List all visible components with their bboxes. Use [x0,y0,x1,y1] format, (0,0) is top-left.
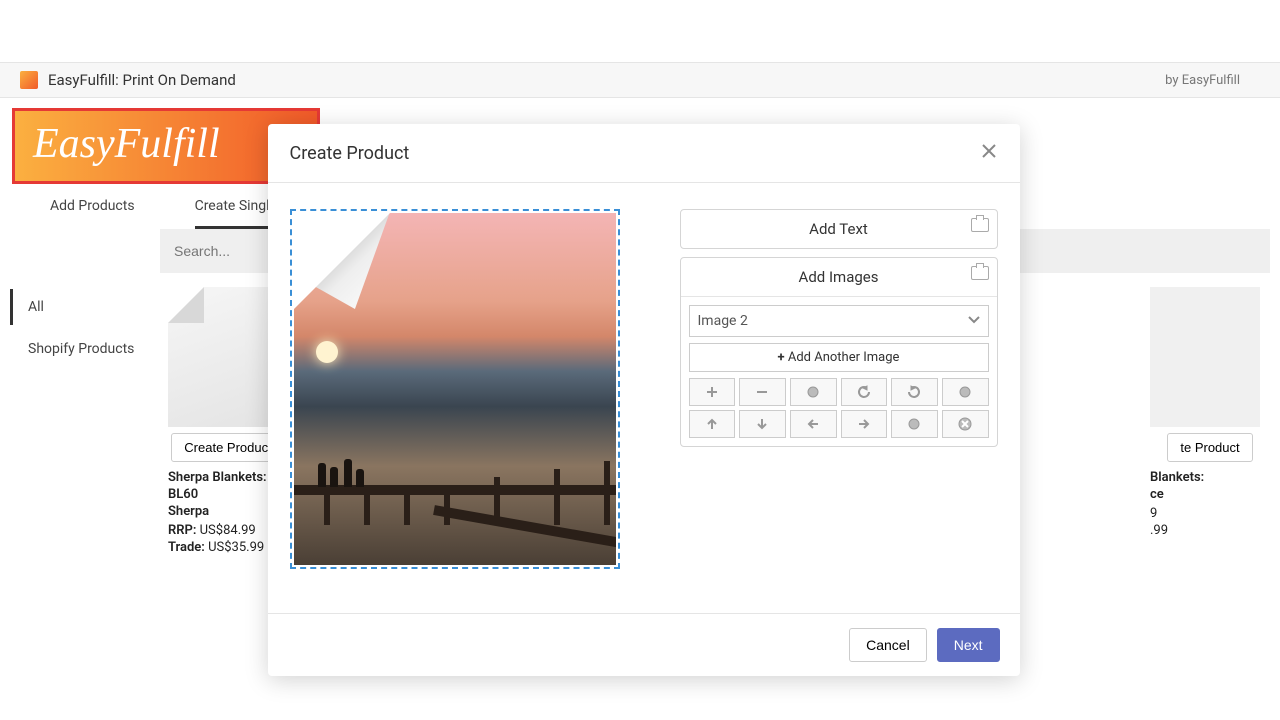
logo-text: EasyFulfill [33,123,299,165]
product-trade: .99 [1150,523,1270,538]
topbar-title: EasyFulfill: Print On Demand [48,71,1165,89]
sidebar-item-all[interactable]: All [10,289,160,325]
create-product-button[interactable]: te Product [1167,433,1252,462]
image-select-value: Image 2 [690,313,960,329]
next-button[interactable]: Next [937,628,1000,662]
add-another-image-button[interactable]: + Add Another Image [689,343,989,372]
modal-title: Create Product [290,143,980,164]
rotate-left-icon[interactable] [841,378,888,406]
create-product-modal: Create Product [268,124,1020,676]
chevron-down-icon [960,313,988,329]
add-text-panel[interactable]: Add Text [680,209,998,249]
tab-add-products[interactable]: Add Products [50,198,135,229]
arrow-left-icon[interactable] [790,410,837,438]
circle-icon[interactable] [790,378,837,406]
product-name: Blankets: ce [1150,470,1270,504]
topbar: EasyFulfill: Print On Demand by EasyFulf… [0,62,1280,98]
image-select[interactable]: Image 2 [689,305,989,337]
product-card-right: te Product Blankets: ce 9 .99 [1150,287,1270,555]
zoom-in-icon[interactable] [689,378,736,406]
camera-icon [971,218,989,232]
arrow-right-icon[interactable] [841,410,888,438]
design-canvas[interactable] [290,209,620,569]
add-text-label: Add Text [809,220,868,238]
delete-icon[interactable] [942,410,989,438]
sidebar-item-shopify[interactable]: Shopify Products [10,331,160,367]
cancel-button[interactable]: Cancel [849,628,927,662]
image-tools [689,378,989,438]
camera-icon[interactable] [971,266,989,280]
close-icon[interactable] [980,142,998,164]
product-image [168,287,278,427]
topbar-by: by EasyFulfill [1165,73,1240,88]
app-icon [20,71,38,89]
modal-footer: Cancel Next [268,613,1020,676]
product-image [1150,287,1260,427]
editor-panel: Add Text Add Images Image 2 [680,209,998,569]
modal-header: Create Product [268,124,1020,183]
add-images-panel: Add Images Image 2 + Add Another Image [680,257,998,447]
arrow-down-icon[interactable] [739,410,786,438]
circle-icon[interactable] [942,378,989,406]
add-images-label: Add Images [799,268,879,286]
zoom-out-icon[interactable] [739,378,786,406]
rotate-right-icon[interactable] [891,378,938,406]
sidebar: All Shopify Products [10,229,160,555]
product-rrp: 9 [1150,506,1270,521]
modal-body: Add Text Add Images Image 2 [268,183,1020,613]
circle-icon[interactable] [891,410,938,438]
arrow-up-icon[interactable] [689,410,736,438]
